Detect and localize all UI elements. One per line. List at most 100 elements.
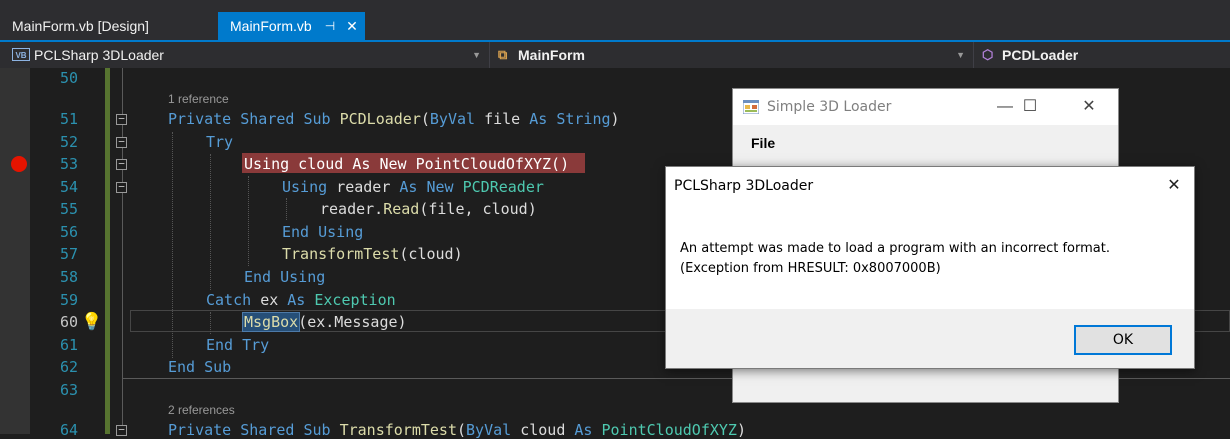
punctuation: ) [736, 421, 746, 439]
line-number: 59 [59, 291, 78, 309]
code-line-62[interactable]: End Sub [168, 358, 231, 376]
line-number: 57 [59, 245, 78, 263]
line-number: 50 [59, 69, 78, 87]
minimize-icon[interactable]: — [993, 95, 1017, 119]
code-line-59[interactable]: Catch ex As Exception [206, 291, 396, 309]
tab-mainform-design[interactable]: MainForm.vb [Design] [0, 12, 218, 40]
identifier: reader [336, 178, 400, 196]
member-dropdown[interactable]: ⬡ PCDLoader [976, 42, 1230, 68]
menu-bar: File [733, 125, 1118, 163]
lightbulb-icon[interactable]: 💡 [81, 312, 102, 332]
close-icon[interactable]: ✕ [1077, 95, 1101, 119]
line-number: 54 [59, 178, 78, 196]
arguments: (file, cloud) [419, 200, 537, 218]
code-line-57[interactable]: TransformTest(cloud) [282, 245, 463, 263]
ok-button[interactable]: OK [1074, 325, 1172, 355]
member-dropdown-label: PCDLoader [1002, 47, 1079, 63]
app-form-icon [743, 100, 759, 114]
code-line-56[interactable]: End Using [282, 223, 363, 241]
arguments: (ex.Message) [298, 313, 407, 331]
code-line-58[interactable]: End Using [244, 268, 325, 286]
close-icon[interactable]: ✕ [1162, 175, 1186, 197]
maximize-icon[interactable]: ☐ [1018, 95, 1042, 119]
keyword: As [574, 421, 602, 439]
identifier: ex [260, 291, 288, 309]
codelens-references[interactable]: 2 references [168, 403, 235, 417]
indent-guide [210, 154, 211, 290]
chevron-down-icon: ▼ [472, 50, 481, 60]
type-name: PCDReader [462, 178, 544, 196]
keyword: As New [399, 178, 463, 196]
line-number: 62 [59, 358, 78, 376]
line-number: 52 [59, 133, 78, 151]
chevron-down-icon: ▼ [956, 50, 965, 60]
menu-item-file[interactable]: File [751, 135, 775, 151]
punctuation: ( [457, 421, 467, 439]
collapse-icon[interactable]: − [116, 158, 127, 170]
class-dropdown[interactable]: ⧉ MainForm ▼ [492, 42, 974, 68]
line-number: 55 [59, 200, 78, 218]
code-line-61[interactable]: End Try [206, 336, 269, 354]
window-titlebar[interactable]: Simple 3D Loader — ☐ ✕ [733, 89, 1118, 125]
method-name: PCDLoader [339, 110, 421, 128]
project-dropdown-label: PCLSharp 3DLoader [34, 47, 164, 63]
dialog-message: An attempt was made to load a program wi… [680, 241, 1110, 276]
code-line-64[interactable]: Private Shared Sub TransformTest(ByVal c… [168, 421, 746, 439]
identifier: reader. [320, 200, 384, 218]
codelens-references[interactable]: 1 reference [168, 92, 229, 106]
collapse-icon[interactable]: − [116, 424, 127, 436]
collapse-icon[interactable]: − [116, 113, 127, 125]
identifier: file [475, 110, 530, 128]
type-name: PointCloudOfXYZ [601, 421, 737, 439]
dialog-title: PCLSharp 3DLoader [674, 178, 814, 194]
error-message-dialog: PCLSharp 3DLoader ✕ An attempt was made … [665, 166, 1195, 369]
line-number: 63 [59, 381, 78, 399]
indent-guide [210, 312, 211, 334]
keyword: As [287, 291, 315, 309]
keyword: ByVal [429, 110, 476, 128]
indent-guide [248, 176, 249, 266]
code-line-52[interactable]: Try [206, 133, 233, 151]
punctuation: ( [420, 110, 430, 128]
identifier: cloud [511, 421, 575, 439]
line-number: 51 [59, 110, 78, 128]
collapse-icon[interactable]: − [116, 136, 127, 148]
code-line-54[interactable]: Using reader As New PCDReader [282, 178, 544, 196]
line-number: 58 [59, 268, 78, 286]
arguments: (cloud) [399, 245, 463, 263]
window-title: Simple 3D Loader [767, 99, 892, 115]
line-number: 60 [59, 313, 78, 331]
keyword: Private Shared Sub [168, 110, 340, 128]
type-name: Exception [314, 291, 396, 309]
keyword: As String [529, 110, 611, 128]
method-name: TransformTest [282, 245, 400, 263]
class-dropdown-label: MainForm [518, 47, 585, 63]
line-number: 56 [59, 223, 78, 241]
vb-project-icon: VB [12, 48, 30, 61]
indent-guide [286, 198, 287, 220]
keyword: ByVal [466, 421, 512, 439]
indicator-margin[interactable] [0, 68, 30, 434]
breakpoint-icon[interactable] [11, 156, 27, 172]
punctuation: ) [610, 110, 620, 128]
navigation-bar: VB PCLSharp 3DLoader ▼ ⧉ MainForm ▼ ⬡ PC… [0, 42, 1230, 68]
method-name: TransformTest [339, 421, 457, 439]
keyword: Private Shared Sub [168, 421, 340, 439]
tab-mainform-vb[interactable]: MainForm.vb [218, 12, 365, 40]
project-dropdown[interactable]: VB PCLSharp 3DLoader ▼ [0, 42, 490, 68]
dialog-button-area: OK [666, 309, 1194, 368]
code-line-53[interactable]: Using cloud As New PointCloudOfXYZ() [244, 155, 569, 173]
method-icon: ⬡ [982, 47, 994, 62]
code-line-60[interactable]: MsgBox(ex.Message) [244, 313, 407, 331]
collapse-icon[interactable]: − [116, 181, 127, 193]
code-line-51[interactable]: Private Shared Sub PCDLoader(ByVal file … [168, 110, 620, 128]
keyword: Using [282, 178, 337, 196]
close-tab-icon[interactable]: ✕ [344, 12, 360, 40]
line-number: 64 [59, 421, 78, 439]
method-name: Read [383, 200, 420, 218]
code-line-55[interactable]: reader.Read(file, cloud) [320, 200, 537, 218]
document-tab-strip: MainForm.vb [Design] MainForm.vb ⊣ ✕ [0, 0, 1230, 40]
line-number: 53 [59, 155, 78, 173]
pin-tab-icon[interactable]: ⊣ [322, 12, 338, 40]
change-tracking-bar [105, 68, 110, 434]
